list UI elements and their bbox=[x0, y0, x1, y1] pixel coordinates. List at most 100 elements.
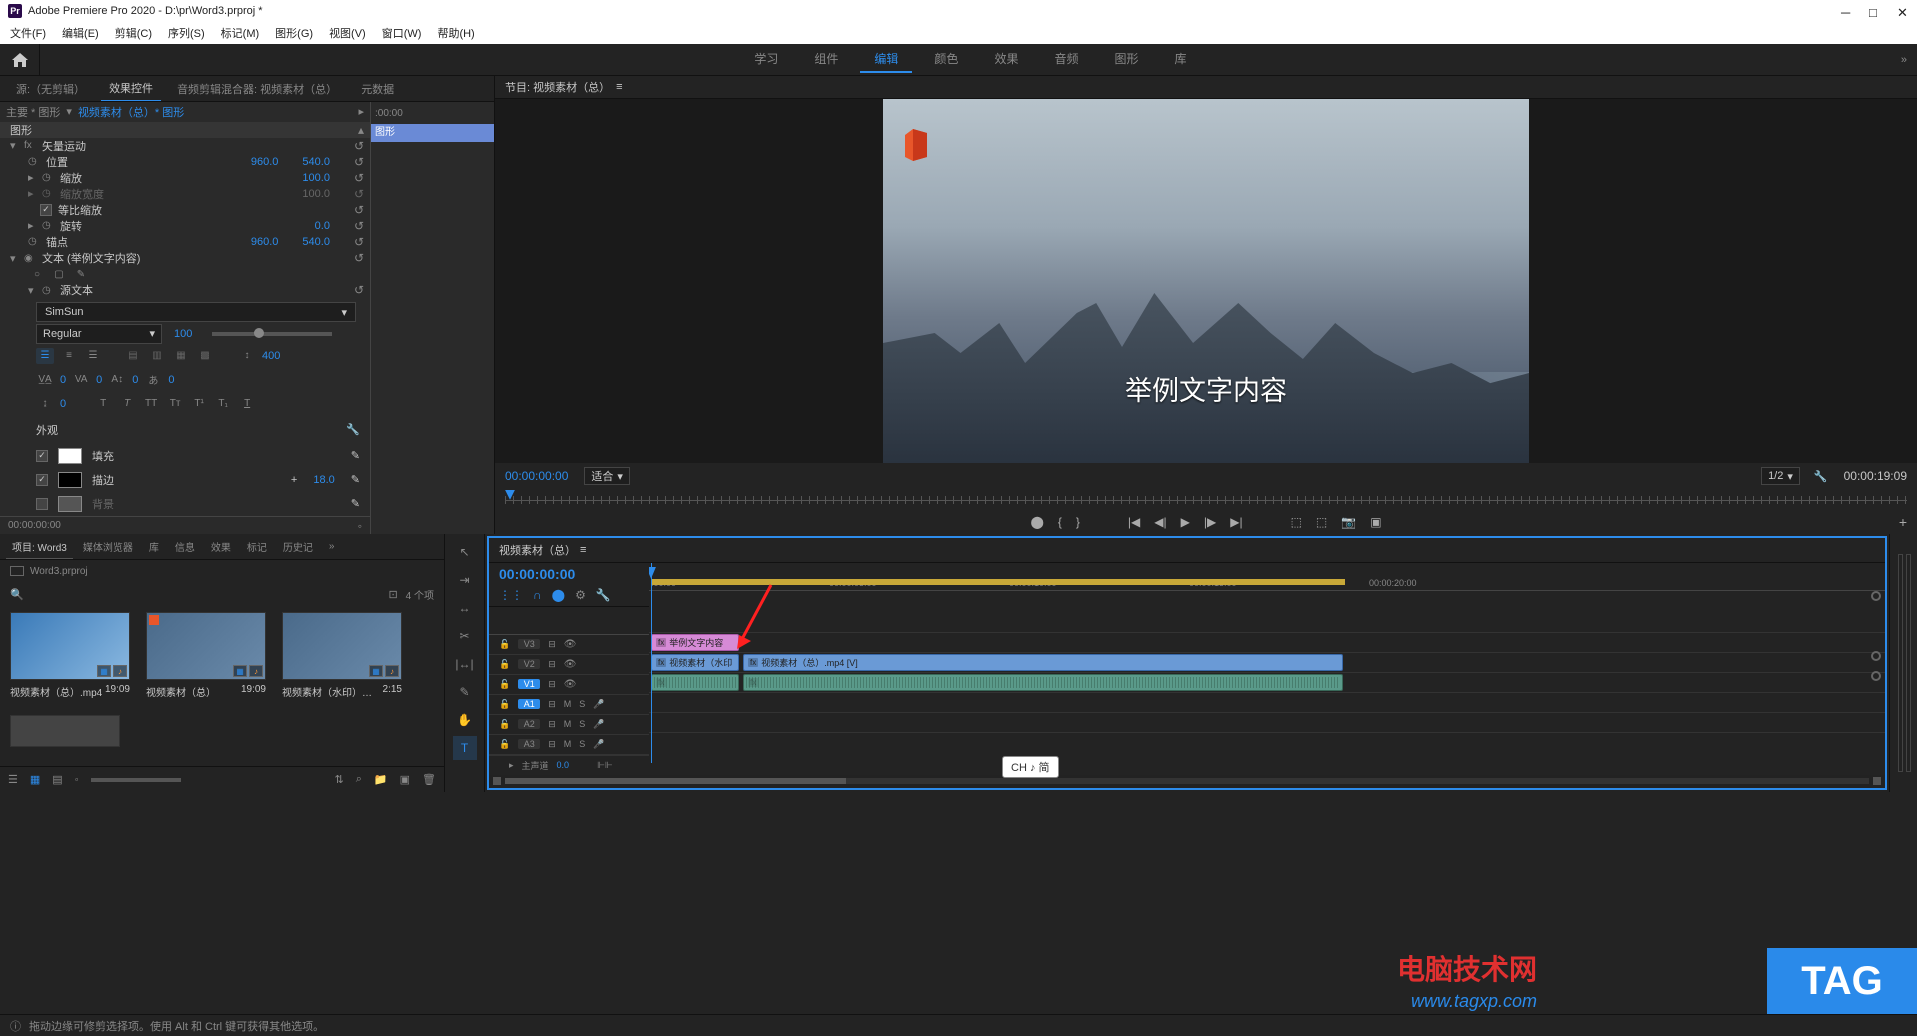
tab-project[interactable]: 项目: Word3 bbox=[6, 535, 73, 559]
toggle-text-layer[interactable]: ▾ bbox=[10, 252, 18, 265]
menu-view[interactable]: 视图(V) bbox=[323, 23, 372, 43]
track-a2-label[interactable]: A2 bbox=[518, 719, 540, 729]
menu-graphics[interactable]: 图形(G) bbox=[269, 23, 319, 43]
reset-icon[interactable]: ↺ bbox=[354, 155, 364, 169]
project-sequence[interactable]: ▦♪ 视频素材（总）19:09 bbox=[146, 612, 266, 699]
eyedropper-icon[interactable]: ✎ bbox=[351, 497, 360, 510]
reset-icon[interactable]: ↺ bbox=[354, 171, 364, 185]
tab-effects[interactable]: 效果 bbox=[205, 535, 237, 558]
kerning-value[interactable]: 0 bbox=[60, 398, 66, 410]
master-meter-icon[interactable]: ⊩⊩ bbox=[597, 760, 613, 771]
wrench-icon[interactable]: 🔧 bbox=[596, 588, 611, 602]
tab-metadata[interactable]: 元数据 bbox=[353, 77, 402, 101]
stopwatch-icon[interactable]: ◷ bbox=[42, 172, 54, 183]
new-bin-from-search-icon[interactable]: ⊡ bbox=[388, 588, 397, 601]
project-writeable-icon[interactable] bbox=[10, 566, 24, 576]
allcaps-big-icon[interactable]: TT bbox=[142, 396, 160, 412]
clip-video-main[interactable]: fx视频素材（总）.mp4 [V] bbox=[743, 654, 1343, 671]
workspace-library[interactable]: 库 bbox=[1160, 46, 1200, 73]
master-volume-value[interactable]: 0.0 bbox=[557, 760, 570, 770]
sync-lock-icon[interactable]: ⊟ bbox=[548, 679, 556, 690]
mute-icon[interactable]: M bbox=[564, 719, 572, 729]
lock-icon[interactable]: 🔓 bbox=[499, 699, 510, 710]
eye-icon[interactable]: 👁 bbox=[564, 679, 577, 690]
anchor-y[interactable]: 540.0 bbox=[302, 236, 330, 248]
align-right-icon[interactable]: ☰ bbox=[84, 348, 102, 364]
tracking-value-2[interactable]: 0 bbox=[96, 374, 102, 386]
voice-over-icon[interactable]: 🎤 bbox=[593, 719, 604, 730]
workspace-overflow-button[interactable]: » bbox=[1901, 54, 1907, 66]
font-size-slider[interactable] bbox=[212, 332, 332, 336]
mask-ellipse-icon[interactable]: ○ bbox=[28, 266, 46, 282]
program-scrubber[interactable] bbox=[505, 490, 1907, 509]
rotation-value[interactable]: 0.0 bbox=[315, 220, 330, 232]
stopwatch-icon[interactable]: ◷ bbox=[28, 236, 40, 247]
eye-icon[interactable]: ◉ bbox=[24, 253, 36, 264]
program-monitor-view[interactable]: 举例文字内容 bbox=[495, 99, 1917, 463]
timeline-settings-icon[interactable]: ⚙ bbox=[575, 588, 586, 602]
menu-sequence[interactable]: 序列(S) bbox=[162, 23, 211, 43]
program-timecode[interactable]: 00:00:00:00 bbox=[505, 469, 568, 483]
mask-pen-icon[interactable]: ✎ bbox=[72, 266, 90, 282]
reset-icon[interactable]: ↺ bbox=[354, 235, 364, 249]
solo-icon[interactable]: S bbox=[579, 739, 585, 749]
step-back-button[interactable]: ◀| bbox=[1154, 515, 1166, 529]
search-icon[interactable]: 🔍 bbox=[10, 588, 24, 601]
font-family-select[interactable]: SimSun ▾ bbox=[36, 302, 356, 322]
position-x[interactable]: 960.0 bbox=[251, 156, 279, 168]
lock-icon[interactable]: 🔓 bbox=[499, 639, 510, 650]
work-area-bar[interactable] bbox=[651, 579, 1345, 585]
reset-icon[interactable]: ↺ bbox=[354, 139, 364, 153]
reset-icon[interactable]: ↺ bbox=[354, 283, 364, 297]
workspace-editing[interactable]: 编辑 bbox=[860, 46, 912, 73]
align-left-icon[interactable]: ☰ bbox=[36, 348, 54, 364]
hand-tool[interactable]: ✋ bbox=[453, 708, 477, 732]
extract-button[interactable]: ⬚ bbox=[1316, 515, 1327, 529]
tab-effect-controls[interactable]: 效果控件 bbox=[101, 76, 161, 101]
go-to-in-button[interactable]: |◀ bbox=[1128, 515, 1140, 529]
add-stroke-button[interactable]: + bbox=[291, 474, 297, 486]
menu-edit[interactable]: 编辑(E) bbox=[56, 23, 105, 43]
workspace-graphics[interactable]: 图形 bbox=[1100, 46, 1152, 73]
zoom-slider-zero-icon[interactable]: ◦ bbox=[75, 774, 79, 786]
panel-menu-icon[interactable]: ≡ bbox=[616, 81, 622, 93]
workspace-effects[interactable]: 效果 bbox=[980, 46, 1032, 73]
tab-media-browser[interactable]: 媒体浏览器 bbox=[77, 535, 139, 558]
project-clip[interactable]: ▦♪ 视频素材（总）.mp419:09 bbox=[10, 612, 130, 699]
eye-icon[interactable]: 👁 bbox=[564, 659, 577, 670]
timeline-zoom-scrollbar[interactable] bbox=[489, 775, 1885, 788]
stopwatch-icon[interactable]: ◷ bbox=[42, 285, 54, 296]
reset-icon[interactable]: ↺ bbox=[354, 251, 364, 265]
stroke-width-value[interactable]: 18.0 bbox=[313, 474, 334, 486]
chevron-right-icon[interactable]: ▸ bbox=[509, 760, 514, 771]
timeline-sequence-name[interactable]: 视频素材（总） bbox=[499, 542, 576, 558]
button-editor-icon[interactable]: + bbox=[1899, 514, 1907, 530]
delete-icon[interactable]: 🗑 bbox=[422, 773, 436, 786]
menu-file[interactable]: 文件(F) bbox=[4, 23, 52, 43]
freeform-view-icon[interactable]: ▤ bbox=[52, 773, 62, 786]
toggle-source-text[interactable]: ▾ bbox=[28, 284, 36, 297]
list-view-icon[interactable]: ☰ bbox=[8, 773, 18, 786]
mute-icon[interactable]: M bbox=[564, 739, 572, 749]
track-a3-lane[interactable] bbox=[649, 713, 1885, 733]
background-color-swatch[interactable] bbox=[58, 496, 82, 512]
clip-audio-1[interactable]: fx bbox=[651, 674, 739, 691]
step-forward-button[interactable]: |▶ bbox=[1204, 515, 1216, 529]
background-checkbox[interactable] bbox=[36, 498, 48, 510]
track-output-icon[interactable] bbox=[1871, 591, 1881, 601]
toggle-vector-motion[interactable]: ▾ bbox=[10, 139, 18, 152]
tab-libraries[interactable]: 库 bbox=[143, 535, 165, 558]
zoom-handle-left[interactable] bbox=[493, 777, 501, 785]
menu-window[interactable]: 窗口(W) bbox=[376, 23, 428, 43]
tracking-value-1[interactable]: 0 bbox=[60, 374, 66, 386]
overflow-icon[interactable]: » bbox=[323, 537, 341, 556]
sort-icon[interactable]: ⇅ bbox=[335, 773, 344, 786]
fill-color-swatch[interactable] bbox=[58, 448, 82, 464]
mask-rect-icon[interactable]: ▢ bbox=[50, 266, 68, 282]
workspace-assembly[interactable]: 组件 bbox=[800, 46, 852, 73]
pen-tool[interactable]: ✎ bbox=[453, 680, 477, 704]
track-a3-label[interactable]: A3 bbox=[518, 739, 540, 749]
clip-audio-2[interactable]: fx bbox=[743, 674, 1343, 691]
smallcaps-icon[interactable]: Tᴛ bbox=[166, 396, 184, 412]
slip-tool[interactable]: |↔| bbox=[453, 652, 477, 676]
